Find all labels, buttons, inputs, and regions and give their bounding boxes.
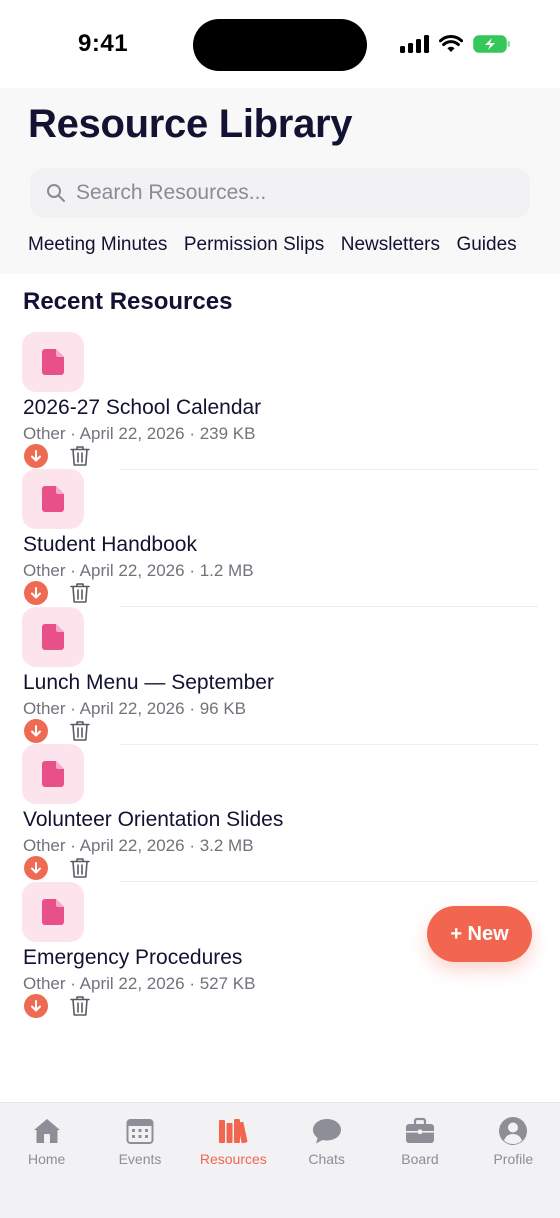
dynamic-island <box>193 19 367 71</box>
download-button[interactable] <box>24 581 48 606</box>
download-arrow-icon <box>31 862 41 874</box>
tab-bar: Home Events Resources Chats Board Profil… <box>0 1102 560 1218</box>
resource-actions <box>24 718 92 743</box>
category-tab-permission-slips[interactable]: Permission Slips <box>184 234 324 256</box>
wifi-icon <box>439 35 463 52</box>
tab-label: Events <box>118 1151 162 1167</box>
section-title: Recent Resources <box>23 288 233 315</box>
calendar-icon <box>126 1119 154 1144</box>
tab-home[interactable]: Home <box>0 1103 93 1218</box>
download-arrow-icon <box>31 450 41 462</box>
resource-actions <box>24 993 92 1018</box>
resource-item[interactable]: 2026-27 School Calendar Other · April 22… <box>0 332 560 470</box>
tab-label: Profile <box>493 1151 534 1167</box>
download-button[interactable] <box>24 856 48 881</box>
tab-board[interactable]: Board <box>373 1103 466 1218</box>
header: Resource Library Meeting Minutes Permiss… <box>0 88 560 274</box>
resource-title: 2026-27 School Calendar <box>23 396 262 419</box>
tab-label: Board <box>401 1151 439 1167</box>
resource-title: Student Handbook <box>23 533 197 557</box>
resource-meta: Other · April 22, 2026 · 1.2 MB <box>23 561 254 581</box>
document-icon <box>42 623 64 650</box>
file-badge <box>22 469 84 530</box>
search-bar[interactable] <box>30 168 530 218</box>
resource-item[interactable]: Student Handbook Other · April 22, 2026 … <box>0 469 560 608</box>
category-tabs: Meeting Minutes Permission Slips Newslet… <box>28 234 532 264</box>
resource-meta: Other · April 22, 2026 · 239 KB <box>23 424 256 443</box>
download-button[interactable] <box>24 444 48 468</box>
tab-label: Resources <box>199 1151 267 1167</box>
tab-profile[interactable]: Profile <box>467 1103 560 1218</box>
house-icon <box>33 1119 60 1143</box>
file-badge <box>22 332 84 392</box>
file-badge <box>22 881 84 942</box>
delete-button[interactable] <box>68 994 92 1018</box>
document-icon <box>42 898 64 925</box>
tab-resources[interactable]: Resources <box>187 1103 280 1218</box>
delete-button[interactable] <box>68 856 92 880</box>
cellular-signal-icon <box>400 35 429 53</box>
person-icon <box>499 1117 528 1145</box>
file-badge <box>22 744 84 805</box>
file-badge <box>22 606 84 667</box>
chat-bubble-icon <box>312 1119 341 1144</box>
delete-button[interactable] <box>68 581 92 605</box>
search-input[interactable] <box>76 181 496 205</box>
tab-label: Home <box>27 1151 66 1167</box>
resource-actions <box>24 444 92 468</box>
resource-item[interactable]: Volunteer Orientation Slides Other · Apr… <box>0 744 560 883</box>
download-button[interactable] <box>24 718 48 743</box>
resource-title: Volunteer Orientation Slides <box>23 808 284 832</box>
trash-icon <box>70 995 90 1016</box>
battery-charging-icon <box>473 35 510 53</box>
search-icon <box>47 184 65 202</box>
download-arrow-icon <box>31 587 41 599</box>
trash-icon <box>70 583 90 604</box>
resource-title: Emergency Procedures <box>23 945 243 969</box>
resource-actions <box>24 581 92 606</box>
download-arrow-icon <box>31 999 41 1012</box>
resource-item[interactable]: Lunch Menu — September Other · April 22,… <box>0 606 560 745</box>
tab-events[interactable]: Events <box>93 1103 186 1218</box>
books-icon <box>219 1119 248 1144</box>
category-tab-meeting-minutes[interactable]: Meeting Minutes <box>28 234 167 256</box>
status-time: 9:41 <box>78 30 129 57</box>
document-icon <box>42 486 64 513</box>
status-bar: 9:41 <box>0 0 560 88</box>
page-title: Resource Library <box>28 102 353 146</box>
new-resource-button[interactable]: + New <box>427 906 532 962</box>
resource-meta: Other · April 22, 2026 · 3.2 MB <box>23 836 254 856</box>
tab-label: Chats <box>308 1151 345 1167</box>
resource-title: Lunch Menu — September <box>23 670 274 694</box>
briefcase-icon <box>405 1117 434 1143</box>
category-tab-guides[interactable]: Guides <box>456 234 516 256</box>
resource-actions <box>24 856 92 881</box>
resource-meta: Other · April 22, 2026 · 527 KB <box>23 973 256 993</box>
category-tab-newsletters[interactable]: Newsletters <box>341 234 440 256</box>
status-icons <box>400 34 511 54</box>
tab-chats[interactable]: Chats <box>280 1103 373 1218</box>
trash-icon <box>70 720 90 741</box>
document-icon <box>42 761 64 788</box>
trash-icon <box>70 858 90 878</box>
delete-button[interactable] <box>68 444 92 468</box>
delete-button[interactable] <box>68 719 92 743</box>
download-button[interactable] <box>24 993 48 1018</box>
trash-icon <box>70 446 90 466</box>
resource-meta: Other · April 22, 2026 · 96 KB <box>23 698 247 718</box>
download-arrow-icon <box>31 724 41 737</box>
document-icon <box>42 349 64 375</box>
